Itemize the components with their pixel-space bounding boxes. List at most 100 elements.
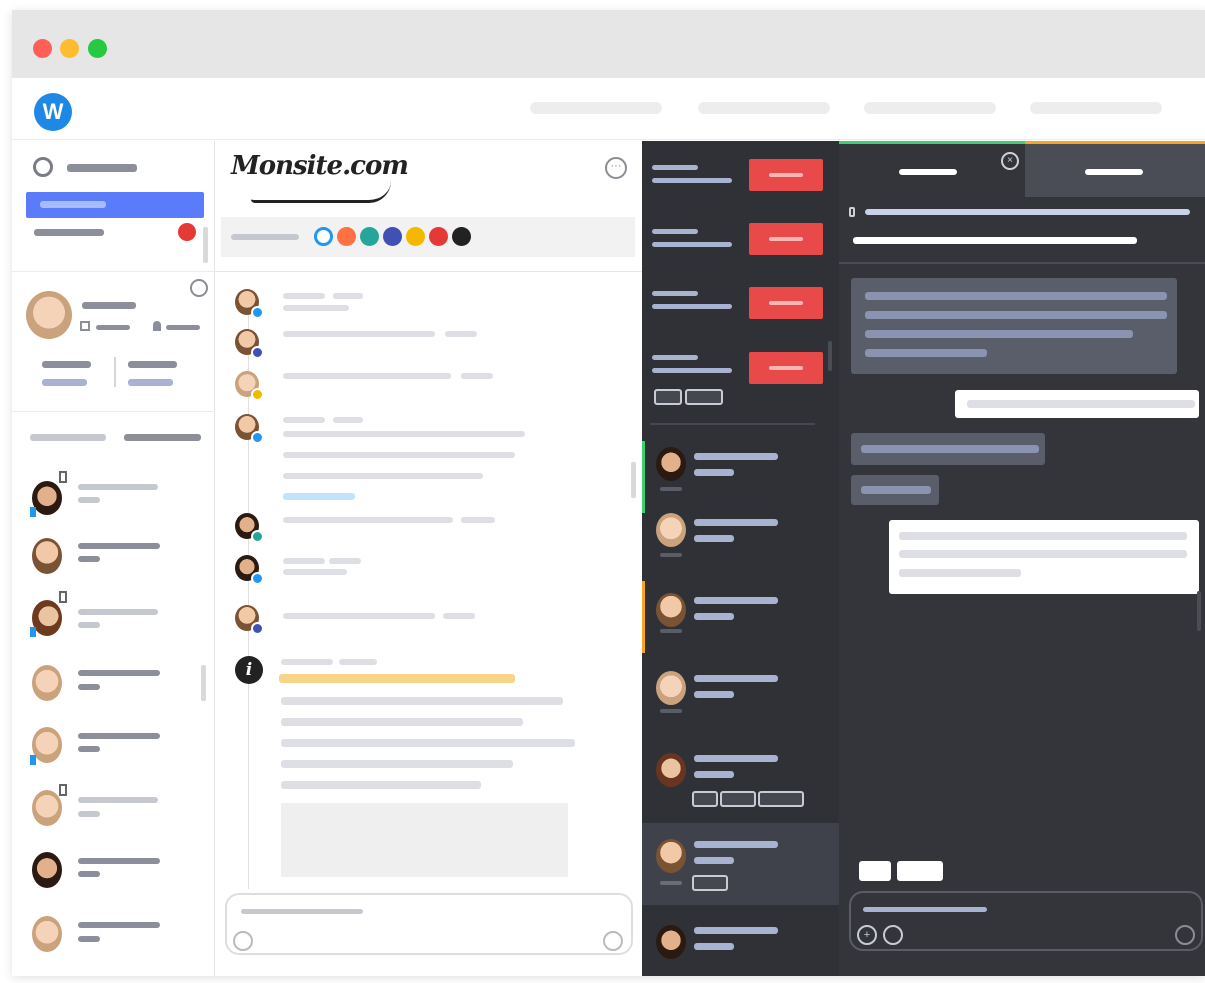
event-text (281, 697, 563, 705)
edit-icon[interactable] (190, 279, 208, 297)
contact-meta (78, 871, 100, 877)
event-text (283, 431, 525, 437)
event-attachment[interactable] (281, 803, 568, 877)
event-author (283, 558, 325, 564)
window-minimize-button[interactable] (60, 39, 79, 58)
contact-meta (78, 746, 100, 752)
close-icon[interactable]: × (1001, 152, 1019, 170)
conversation-avatar[interactable] (656, 671, 686, 705)
contact-name[interactable] (78, 922, 160, 928)
take-conversation-button[interactable] (749, 223, 823, 255)
contact-name[interactable] (78, 609, 158, 615)
chat-composer[interactable]: + (849, 891, 1203, 951)
nav-item[interactable] (864, 102, 996, 114)
message-composer[interactable] (225, 893, 633, 955)
contact-avatar[interactable] (32, 481, 62, 515)
check-icon[interactable] (383, 227, 402, 246)
contact-avatar[interactable] (32, 600, 62, 636)
conversation-name[interactable] (694, 675, 778, 682)
contact-name[interactable] (78, 543, 160, 549)
contact-name (82, 302, 136, 309)
contact-avatar[interactable] (32, 790, 62, 826)
quick-reply-tag[interactable] (859, 861, 891, 881)
conversation-preview (694, 943, 734, 950)
conversation-name[interactable] (694, 453, 778, 460)
conversation-avatar[interactable] (656, 447, 686, 481)
conversation-avatar[interactable] (656, 753, 686, 787)
sidebar-scrollbar[interactable] (203, 227, 208, 263)
queue-item-title (652, 291, 698, 296)
event-text (283, 452, 515, 458)
timeline-scrollbar[interactable] (631, 462, 636, 498)
window-close-button[interactable] (33, 39, 52, 58)
nav-item[interactable] (1030, 102, 1162, 114)
emoji-icon[interactable] (883, 925, 903, 945)
window-maximize-button[interactable] (88, 39, 107, 58)
chat-panel: × + (839, 141, 1205, 976)
incoming-message (851, 433, 1045, 465)
conversation-avatar[interactable] (656, 593, 686, 627)
event-text (283, 569, 347, 575)
contact-role (166, 325, 200, 330)
sidebar-item[interactable] (34, 229, 104, 236)
outgoing-message (955, 390, 1199, 418)
contact-avatar[interactable] (32, 727, 62, 763)
email-icon[interactable] (406, 227, 425, 246)
take-conversation-button[interactable] (749, 159, 823, 191)
conversation-avatar[interactable] (656, 925, 686, 959)
conversation-tag (720, 791, 756, 807)
take-conversation-button[interactable] (749, 287, 823, 319)
take-conversation-button[interactable] (749, 352, 823, 384)
contact-name[interactable] (78, 858, 160, 864)
contacts-tab[interactable] (30, 434, 106, 441)
contact-name[interactable] (78, 670, 160, 676)
alert-icon[interactable] (429, 227, 448, 246)
conversation-name[interactable] (694, 597, 778, 604)
event-highlight (279, 674, 515, 683)
queue-item-title (652, 165, 698, 170)
nav-item[interactable] (698, 102, 830, 114)
event-link[interactable] (283, 493, 355, 500)
queue-scrollbar[interactable] (828, 341, 832, 371)
email-icon (251, 388, 264, 401)
more-options-icon[interactable]: ··· (605, 157, 627, 179)
info-icon[interactable] (452, 227, 471, 246)
conversation-name[interactable] (694, 755, 778, 762)
nav-item[interactable] (530, 102, 662, 114)
event-time (329, 558, 361, 564)
conversation-name[interactable] (694, 519, 778, 526)
contact-name[interactable] (78, 797, 158, 803)
sidebar-item-active[interactable] (26, 192, 204, 218)
conversation-avatar[interactable] (656, 513, 686, 547)
conversation-time (660, 881, 682, 885)
composer-input[interactable] (241, 909, 363, 914)
chat-tab-active[interactable]: × (839, 144, 1025, 197)
sidebar (12, 141, 215, 976)
chat-icon[interactable] (314, 227, 333, 246)
chat-tab[interactable] (1025, 144, 1205, 197)
add-icon[interactable]: + (857, 925, 877, 945)
contact-avatar[interactable] (32, 665, 62, 701)
incoming-message (851, 475, 939, 505)
send-icon[interactable] (603, 931, 623, 951)
phone-icon[interactable] (360, 227, 379, 246)
emoji-icon[interactable] (233, 931, 253, 951)
stat-value (42, 361, 91, 368)
conversation-name[interactable] (694, 927, 778, 934)
contact-avatar[interactable] (32, 538, 62, 574)
contacts-tab-active[interactable] (124, 434, 201, 441)
quick-reply-tag[interactable] (897, 861, 943, 881)
conversation-avatar[interactable] (656, 839, 686, 873)
contact-avatar[interactable] (32, 852, 62, 888)
app-logo[interactable]: W (34, 93, 72, 131)
contact-name[interactable] (78, 733, 160, 739)
dashboard-icon[interactable] (33, 157, 53, 177)
conversation-name[interactable] (694, 841, 778, 848)
contact-name[interactable] (78, 484, 158, 490)
chat-scrollbar[interactable] (1197, 591, 1201, 631)
contact-avatar[interactable] (32, 916, 62, 952)
contact-list-scrollbar[interactable] (201, 665, 206, 701)
sms-icon[interactable] (337, 227, 356, 246)
send-icon[interactable] (1175, 925, 1195, 945)
chat-composer-input[interactable] (863, 907, 987, 912)
